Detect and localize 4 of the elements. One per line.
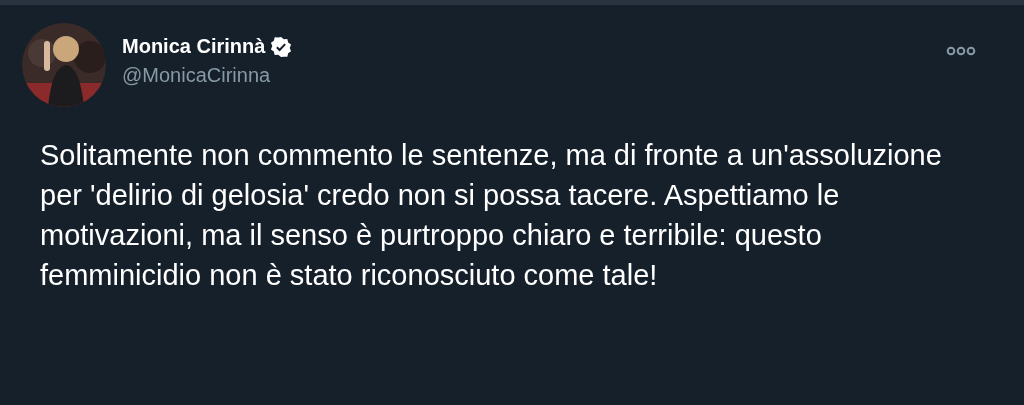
tweet-text: Solitamente non commento le sentenze, ma di fronte a un'assoluzione per 'delirio di gelosia' credo non si possa tacere. Aspettiamo le motivazioni, ma il senso è purtroppo chiaro e terribile: questo femminicidio non è stato riconosciuto come tale! — [40, 138, 943, 293]
author-name[interactable]: Monica Cirinnà — [122, 35, 266, 58]
more-options-icon[interactable] — [946, 45, 976, 57]
author-handle[interactable]: @MonicaCirinna — [122, 64, 930, 87]
